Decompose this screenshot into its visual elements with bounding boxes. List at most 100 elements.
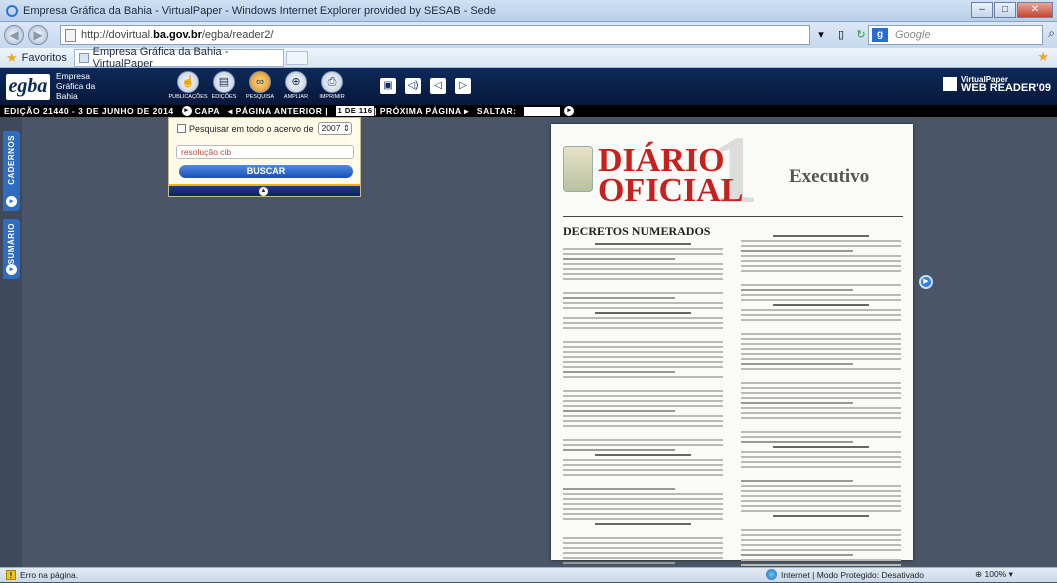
text-line [741,358,901,360]
text-line [741,466,901,468]
newspaper-page[interactable]: 1 DIÁRIO OFICIAL Executivo DECRETOS NUME… [551,122,913,580]
compat-view-icon[interactable]: ▯ [832,26,850,44]
query-input[interactable]: resolução cib [176,145,354,159]
text-line [741,255,901,257]
jump-input[interactable] [524,106,561,116]
year-select[interactable]: 2007 ⇕ [317,122,352,135]
tab-sumario[interactable]: SUMÁRIO ▸ [3,219,20,279]
tool-imprimir[interactable]: ⎙ IMPRIMIR [319,71,345,100]
capa-icon[interactable]: ▸ [181,106,192,116]
archive-label: Pesquisar em todo o acervo de [189,123,314,134]
text-line [563,292,723,294]
tool-pesquisa[interactable]: ∞ PESQUISA [245,71,275,100]
capa-link[interactable]: CAPA [195,106,220,116]
window-title: Empresa Gráfica da Bahia - VirtualPaper … [23,4,497,17]
back-button[interactable]: ◀ [4,25,24,45]
text-line [741,363,853,365]
tool-edicoes[interactable]: ▤ EDIÇÕES [211,71,237,100]
text-line [563,449,675,451]
warning-icon[interactable]: ! [6,570,16,580]
text-line [563,498,723,500]
text-line [741,348,901,350]
tool-publicacoes[interactable]: ☝ PUBLICAÇÕES [168,71,208,100]
favorites-button[interactable]: ★ Favoritos [0,50,67,66]
text-line [741,338,901,340]
masthead: DIÁRIO OFICIAL [598,144,743,208]
text-line [563,263,723,265]
archive-row: Pesquisar em todo o acervo de 2007 ⇕ [177,122,352,135]
text-line [563,376,723,378]
fullscreen-icon[interactable]: ▣ [380,78,396,94]
text-line [563,479,723,485]
add-favorites-icon[interactable]: ★ [1037,49,1049,65]
text-line [563,405,723,407]
window-titlebar: Empresa Gráfica da Bahia - VirtualPaper … [0,0,1057,22]
divider [563,216,903,217]
text-line [563,508,723,510]
text-line [773,235,869,237]
text-line [741,260,901,262]
text-line [741,505,901,507]
text-line [563,283,723,289]
prev-page-link[interactable]: ◂ PÁGINA ANTERIOR | [228,106,328,117]
vp-ver: '09 [1036,82,1051,94]
text-line [741,529,901,531]
new-tab-button[interactable] [286,51,308,65]
prev-page-icon[interactable]: ◁ [430,78,446,94]
section-title: Executivo [789,166,870,187]
text-line [741,319,901,321]
search-icon[interactable]: ⌕ [1048,26,1055,41]
text-line [741,559,901,561]
maximize-button[interactable]: □ [994,2,1016,18]
egba-logo[interactable]: egba [6,74,50,100]
tool-ampliar[interactable]: ⊕ AMPLIAR [283,71,309,100]
text-line [741,510,901,512]
text-line [741,461,901,463]
favorites-bar: ★ Favoritos Empresa Gráfica da Bahia - V… [0,46,1057,70]
text-line [563,297,675,299]
next-page-button[interactable]: ▶ [919,275,933,289]
text-line [741,564,901,566]
browser-tab[interactable]: Empresa Gráfica da Bahia - VirtualPaper [74,46,284,70]
url-prefix: http://dovirtual. [81,29,154,41]
buscar-button[interactable]: BUSCAR [179,165,353,178]
url-domain: ba.gov.br [153,29,202,41]
text-line [563,317,723,319]
text-column-right [741,232,901,583]
text-line [741,397,901,399]
search-input[interactable]: g Google [868,25,1043,45]
panel-footer: ▲ [169,184,360,196]
close-button[interactable]: ✕ [1017,2,1053,18]
zoom-level[interactable]: ⊕ 100% ▾ [975,569,1013,580]
url-field[interactable]: http://dovirtual. ba.gov.br/egba/reader2/ [60,25,810,45]
page-indicator[interactable]: 1 DE 116 [336,106,375,116]
next-page-icon[interactable]: ▷ [455,78,471,94]
archive-checkbox[interactable] [177,124,186,133]
tab-cadernos[interactable]: CADERNOS ▸ [3,131,20,211]
text-line [741,289,853,291]
jump-go-icon[interactable]: ▸ [564,106,575,116]
tool-label: PUBLICAÇÕES [168,94,208,100]
dropdown-icon[interactable]: ▾ [812,26,830,44]
audio-icon[interactable]: ◁) [405,78,421,94]
text-line [741,431,901,433]
minimize-button[interactable]: – [971,2,993,18]
edition-label: EDIÇÃO 21440 - 3 DE JUNHO DE 2014 [4,106,174,116]
text-line [563,459,723,461]
text-line [741,436,901,438]
next-page-link[interactable]: | PRÓXIMA PÁGINA ▸ [374,106,469,117]
text-line [563,258,675,260]
tool-label: PESQUISA [245,94,275,100]
cadernos-arrow-icon: ▸ [6,196,17,207]
forward-button[interactable]: ▶ [28,25,48,45]
text-line [741,412,901,414]
tool-label: AMPLIAR [283,94,309,100]
virtualpaper-brand: VirtualPaper WEB READER'09 [942,76,1051,94]
collapse-up-icon[interactable]: ▲ [259,187,268,196]
text-line [563,562,675,564]
text-line [563,537,723,539]
text-line [741,333,901,335]
text-line [741,373,901,379]
text-line [741,407,901,409]
favorites-label: Favoritos [21,51,67,64]
